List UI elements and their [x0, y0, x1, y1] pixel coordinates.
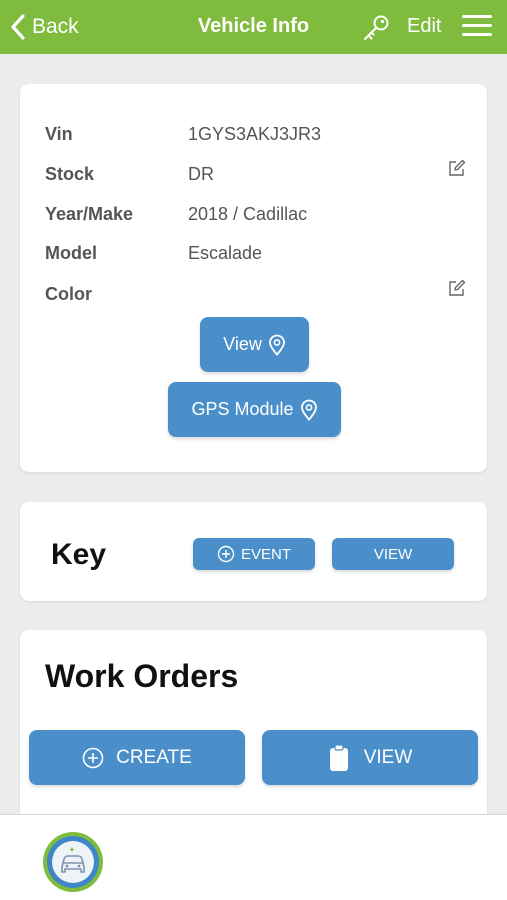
header-bar: Back Vehicle Info Edit: [0, 0, 507, 54]
edit-pencil-icon[interactable]: [447, 278, 467, 298]
edit-button[interactable]: Edit: [407, 15, 441, 38]
back-button[interactable]: Back: [10, 12, 79, 42]
vin-value: 1GYS3AKJ3JR3: [188, 124, 322, 144]
stock-row: Stock DR: [45, 159, 466, 190]
car-avatar-icon[interactable]: [42, 831, 104, 893]
key-view-label: VIEW: [373, 545, 413, 563]
menu-line: [462, 24, 492, 27]
view-location-label: View: [223, 334, 262, 354]
year-make-value: 2018 / Cadillac: [188, 204, 308, 224]
view-location-button[interactable]: View: [200, 317, 309, 372]
model-value: Escalade: [188, 243, 263, 263]
app-root: Back Vehicle Info Edit Vin 1GYS3AKJ3JR3 …: [0, 0, 507, 900]
stock-value: DR: [188, 164, 214, 184]
create-work-order-label: CREATE: [116, 746, 192, 768]
edit-pencil-icon[interactable]: [447, 158, 467, 178]
model-row: Model Escalade: [45, 243, 465, 269]
stock-label: Stock: [45, 164, 95, 184]
chevron-left-icon: [11, 14, 25, 40]
model-label: Model: [45, 243, 97, 263]
vin-row: Vin 1GYS3AKJ3JR3: [45, 124, 465, 150]
key-event-button[interactable]: EVENT: [193, 538, 315, 570]
location-pin-icon: [300, 399, 317, 421]
gps-module-label: GPS Module: [191, 399, 294, 419]
location-pin-icon: [268, 334, 285, 356]
key-card: Key EVENT VIEW: [20, 502, 487, 601]
key-title: Key: [51, 538, 107, 571]
bottom-bar: [0, 814, 507, 900]
view-work-orders-label: VIEW: [363, 746, 413, 768]
vin-label: Vin: [45, 124, 73, 144]
key-view-button[interactable]: VIEW: [332, 538, 454, 570]
year-make-label: Year/Make: [45, 204, 134, 224]
vehicle-info-card: Vin 1GYS3AKJ3JR3 Stock DR Year/Make 2018…: [20, 84, 487, 472]
create-work-order-button[interactable]: CREATE: [29, 730, 245, 785]
year-make-row: Year/Make 2018 / Cadillac: [45, 204, 465, 230]
menu-line: [462, 33, 492, 36]
plus-circle-icon: [82, 747, 104, 768]
gps-module-button[interactable]: GPS Module: [168, 382, 341, 437]
work-orders-title: Work Orders: [45, 658, 239, 694]
key-event-label: EVENT: [240, 545, 291, 563]
clipboard-icon: [329, 743, 348, 771]
back-label: Back: [32, 15, 79, 38]
view-work-orders-button[interactable]: VIEW: [262, 730, 478, 785]
plus-circle-icon: [217, 545, 235, 563]
menu-line: [462, 15, 492, 18]
work-orders-card: Work Orders CREATE VIEW: [20, 630, 487, 830]
hamburger-menu-icon[interactable]: [462, 15, 492, 39]
color-row: Color: [45, 279, 466, 310]
key-icon[interactable]: [361, 13, 391, 43]
color-label: Color: [45, 284, 92, 304]
